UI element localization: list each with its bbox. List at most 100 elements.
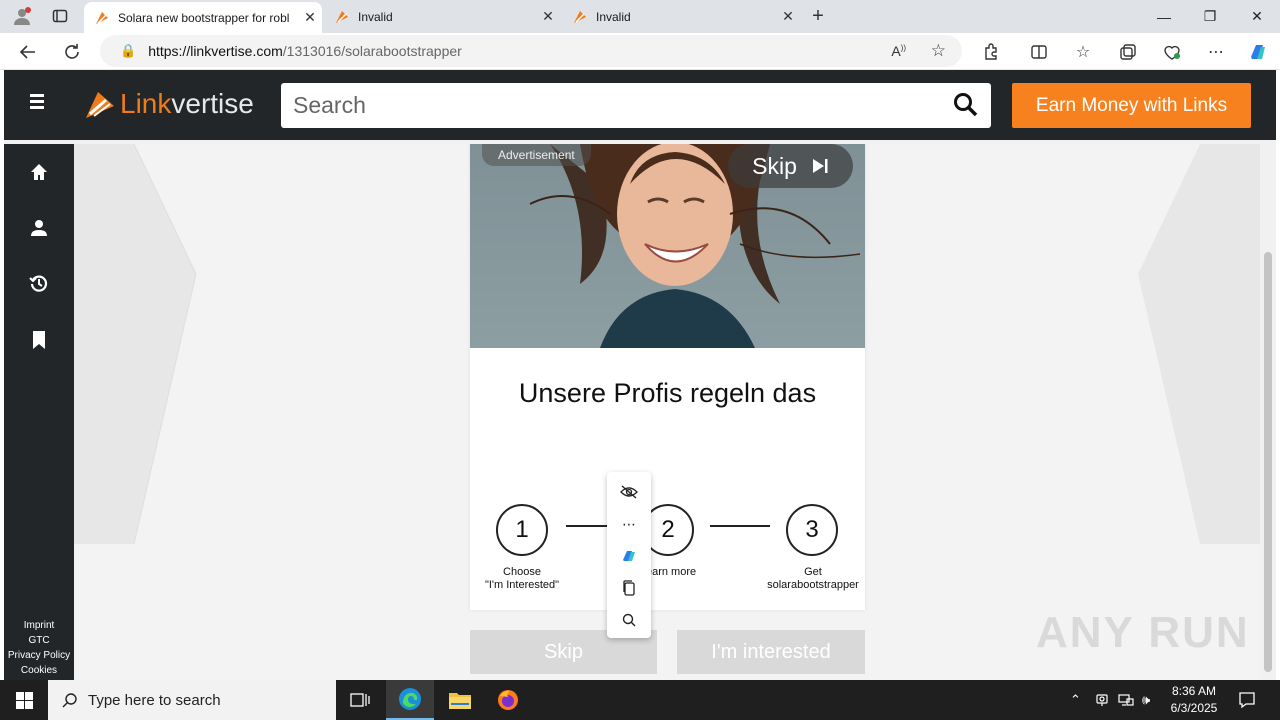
- site-search-placeholder: Search: [293, 92, 366, 118]
- read-aloud-icon[interactable]: A)): [891, 43, 906, 59]
- advertisement-label: Advertisement: [482, 144, 591, 166]
- close-window-button[interactable]: ✕: [1234, 0, 1280, 33]
- url-domain: https://linkvertise.com: [148, 43, 283, 59]
- notification-icon[interactable]: [1238, 680, 1256, 720]
- taskbar-search-placeholder: Type here to search: [88, 691, 221, 709]
- step-1-line2: "I'm Interested": [484, 579, 560, 591]
- collections-icon[interactable]: [1112, 36, 1144, 68]
- copy-icon[interactable]: [619, 578, 639, 598]
- tab-actions-icon[interactable]: [44, 0, 76, 32]
- tab-invalid-1[interactable]: Invalid ✕: [324, 0, 560, 33]
- scrollbar-thumb[interactable]: [1264, 252, 1272, 672]
- ad-headline: Unsere Profis regeln das: [518, 378, 817, 408]
- sidebar: Imprint GTC Privacy Policy Cookies: [4, 144, 74, 680]
- imprint-link[interactable]: Imprint: [4, 618, 74, 633]
- history-icon[interactable]: [29, 274, 49, 294]
- windows-logo-icon: [15, 691, 33, 709]
- advertisement-card: Advertisement Skip Unsere Profis regeln …: [470, 144, 865, 610]
- skip-forward-icon: [812, 159, 828, 173]
- page-scrollbar[interactable]: [1260, 144, 1276, 680]
- minimize-button[interactable]: —: [1141, 0, 1187, 33]
- linkvertise-favicon: [96, 11, 108, 24]
- tray-chevron-icon[interactable]: ⌃: [1070, 680, 1081, 720]
- lock-icon[interactable]: 🔒: [120, 43, 136, 59]
- linkvertise-favicon: [336, 10, 348, 23]
- network-drive-icon[interactable]: [1095, 680, 1109, 720]
- anyrun-watermark: ANY RUN: [1036, 608, 1250, 657]
- tab-solara[interactable]: Solara new bootstrapper for robl ✕: [84, 2, 322, 33]
- skip-pill-label: Skip: [752, 152, 797, 179]
- main-content: Advertisement Skip Unsere Profis regeln …: [74, 144, 1260, 680]
- site-search-input[interactable]: Search: [281, 83, 991, 128]
- restore-button[interactable]: ❐: [1187, 0, 1233, 33]
- network-icon[interactable]: [1118, 680, 1134, 720]
- close-tab-icon[interactable]: ✕: [776, 8, 800, 25]
- browser-toolbar: 🔒 https://linkvertise.com/1313016/solara…: [0, 33, 1280, 70]
- browser-essentials-icon[interactable]: [1156, 36, 1188, 68]
- tab-title: Solara new bootstrapper for robl: [118, 10, 290, 25]
- new-tab-button[interactable]: +: [802, 0, 834, 32]
- earn-money-button[interactable]: Earn Money with Links: [1012, 83, 1251, 128]
- site-header: Linkvertise Search Earn Money with Links: [4, 70, 1276, 140]
- volume-icon[interactable]: 🕪: [1142, 680, 1150, 720]
- start-button[interactable]: [0, 680, 48, 720]
- more-options-icon[interactable]: ⋯: [619, 514, 639, 534]
- webpage: Linkvertise Search Earn Money with Links…: [4, 70, 1276, 680]
- bookmark-icon[interactable]: [29, 330, 49, 350]
- tab-title: Invalid: [596, 9, 631, 24]
- settings-more-icon[interactable]: ⋯: [1200, 36, 1232, 68]
- sidebar-footer-links: Imprint GTC Privacy Policy Cookies: [4, 618, 74, 678]
- hide-eye-icon[interactable]: [619, 482, 639, 502]
- close-tab-icon[interactable]: ✕: [298, 9, 322, 26]
- clock-time: 8:36 AM: [1171, 684, 1217, 698]
- cookies-link[interactable]: Cookies: [4, 663, 74, 678]
- clock-date: 6/3/2025: [1170, 701, 1218, 715]
- logo-text-link: Link: [120, 88, 172, 119]
- firefox-icon[interactable]: [484, 680, 532, 720]
- tab-invalid-2[interactable]: Invalid ✕: [562, 0, 800, 33]
- step-3-line1: Get: [804, 566, 822, 578]
- tab-title: Invalid: [358, 9, 393, 24]
- close-tab-icon[interactable]: ✕: [536, 8, 560, 25]
- refresh-button[interactable]: [56, 36, 88, 68]
- step-1-circle: 1: [496, 504, 548, 556]
- ad-photo: Advertisement Skip: [470, 144, 865, 348]
- interested-button[interactable]: I'm interested: [677, 630, 865, 674]
- split-screen-icon[interactable]: [1023, 36, 1055, 68]
- extensions-icon[interactable]: [975, 36, 1007, 68]
- search-icon: [62, 693, 77, 708]
- skip-ad-pill-button[interactable]: Skip: [728, 144, 853, 188]
- privacy-policy-link[interactable]: Privacy Policy: [4, 648, 74, 663]
- copilot-icon[interactable]: [1242, 36, 1274, 68]
- copilot-icon[interactable]: [619, 546, 639, 566]
- favorite-star-icon[interactable]: ☆: [931, 41, 946, 61]
- step-3-text: Get solarabootstrapper: [760, 566, 866, 592]
- user-icon[interactable]: [29, 218, 49, 238]
- left-chevron-decoration: [74, 144, 197, 544]
- edge-taskbar-icon[interactable]: [386, 680, 434, 720]
- hamburger-menu-icon[interactable]: [30, 94, 50, 114]
- profile-icon[interactable]: [6, 0, 38, 32]
- linkvertise-logo[interactable]: Linkvertise: [84, 88, 254, 120]
- logo-text-vertise: vertise: [171, 88, 254, 119]
- search-icon[interactable]: [953, 92, 979, 118]
- windows-taskbar: Type here to search ⌃ 🕪 8:36 AM 6/3/2025: [0, 680, 1280, 720]
- linkvertise-favicon: [574, 10, 586, 23]
- favorites-icon[interactable]: ☆: [1067, 36, 1099, 68]
- back-button[interactable]: [12, 36, 44, 68]
- step-1-line1: Choose: [503, 566, 541, 578]
- step-1-text: Choose "I'm Interested": [472, 566, 572, 592]
- gtc-link[interactable]: GTC: [4, 633, 74, 648]
- home-icon[interactable]: [29, 162, 49, 182]
- url-path: /1313016/solarabootstrapper: [282, 43, 462, 59]
- step-3-circle: 3: [786, 504, 838, 556]
- taskbar-clock[interactable]: 8:36 AM 6/3/2025: [1162, 683, 1226, 717]
- right-chevron-decoration: [1138, 144, 1260, 544]
- task-view-icon[interactable]: [336, 680, 384, 720]
- step-connector-line: [710, 525, 770, 527]
- file-explorer-icon[interactable]: [436, 680, 484, 720]
- address-bar[interactable]: 🔒 https://linkvertise.com/1313016/solara…: [100, 35, 962, 67]
- taskbar-search-box[interactable]: Type here to search: [48, 680, 336, 720]
- search-icon[interactable]: [619, 610, 639, 630]
- selection-context-popup: ⋯: [607, 472, 651, 638]
